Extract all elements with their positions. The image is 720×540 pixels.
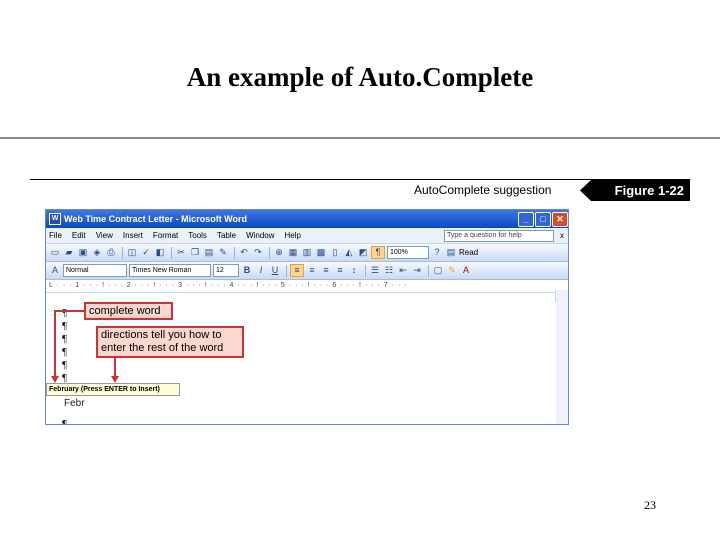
document-close-button[interactable]: x (560, 231, 564, 240)
menu-insert[interactable]: Insert (123, 231, 143, 240)
vertical-scrollbar[interactable] (555, 290, 568, 424)
read-button[interactable]: Read (459, 248, 478, 257)
research-icon[interactable]: ◧ (154, 247, 166, 258)
style-select[interactable]: Normal (63, 264, 127, 277)
format-painter-icon[interactable]: ✎ (217, 247, 229, 258)
tables-borders-icon[interactable]: ▦ (287, 247, 299, 258)
minimize-button[interactable]: _ (518, 211, 534, 227)
toolbar-separator (234, 246, 235, 259)
autocomplete-tooltip[interactable]: February (Press ENTER to Insert) (46, 383, 180, 396)
styles-icon[interactable]: A (49, 265, 61, 276)
menu-window[interactable]: Window (246, 231, 274, 240)
columns-icon[interactable]: ▯ (329, 247, 341, 258)
bold-button[interactable]: B (241, 265, 253, 276)
open-folder-icon[interactable]: ▰ (63, 247, 75, 258)
justify-icon[interactable]: ≡ (334, 265, 346, 276)
menu-view[interactable]: View (96, 231, 113, 240)
paragraph-mark: ¶ (62, 307, 67, 319)
numbering-icon[interactable]: ☰ (369, 265, 381, 276)
insert-excel-icon[interactable]: ▩ (315, 247, 327, 258)
toolbar-separator (122, 246, 123, 259)
increase-indent-icon[interactable]: ⇥ (411, 265, 423, 276)
menu-bar: File Edit View Insert Format Tools Table… (46, 228, 568, 244)
word-app-icon: W (49, 213, 61, 225)
paragraph-mark: ¶ (62, 418, 67, 425)
menu-tools[interactable]: Tools (188, 231, 207, 240)
horizontal-ruler[interactable]: L · · · 1 · · · ! · · · 2 · · · ! · · · … (46, 280, 568, 293)
window-titlebar[interactable]: W Web Time Contract Letter - Microsoft W… (46, 210, 568, 228)
arrowhead-icon (51, 376, 59, 383)
decrease-indent-icon[interactable]: ⇤ (397, 265, 409, 276)
page-number: 23 (644, 498, 656, 512)
menu-format[interactable]: Format (153, 231, 178, 240)
formatting-toolbar: A Normal Times New Roman 12 B I U ≡ ≡ ≡ … (46, 262, 568, 280)
outside-border-icon[interactable]: ▢ (432, 265, 444, 276)
callout-connector (114, 358, 116, 376)
document-map-icon[interactable]: ◩ (357, 247, 369, 258)
paste-icon[interactable]: ▤ (203, 247, 215, 258)
align-right-icon[interactable]: ≡ (320, 265, 332, 276)
window-controls: _ □ ✕ (517, 211, 568, 227)
menu-help[interactable]: Help (285, 231, 301, 240)
help-question-input[interactable]: Type a question for help (444, 229, 554, 242)
copy-icon[interactable]: ❐ (189, 247, 201, 258)
figure-label: Figure 1-22 (580, 180, 690, 201)
print-icon[interactable]: ⎙ (105, 247, 117, 258)
bullets-icon[interactable]: ☷ (383, 265, 395, 276)
toolbar-separator (365, 264, 366, 277)
document-area[interactable]: ¶ ¶ ¶ ¶ ¶ ¶ ¶ (46, 302, 556, 425)
typed-text: Febr (64, 398, 85, 409)
toolbar-separator (428, 264, 429, 277)
align-left-icon[interactable]: ≡ (290, 264, 304, 277)
cut-icon[interactable]: ✂ (175, 247, 187, 258)
window-title: Web Time Contract Letter - Microsoft Wor… (64, 214, 248, 224)
menu-table[interactable]: Table (217, 231, 236, 240)
figure-rule (30, 179, 690, 180)
font-color-icon[interactable]: A (460, 265, 472, 276)
permission-icon[interactable]: ◈ (91, 247, 103, 258)
zoom-select[interactable]: 100% (387, 246, 429, 259)
toolbar-separator (286, 264, 287, 277)
show-hide-icon[interactable]: ¶ (371, 246, 385, 259)
menu-file[interactable]: File (49, 231, 62, 240)
help-icon[interactable]: ? (431, 247, 443, 258)
paragraph-mark: ¶ (62, 333, 67, 345)
hyperlink-icon[interactable]: ⊕ (273, 247, 285, 258)
arrowhead-icon (111, 376, 119, 383)
new-document-icon[interactable]: ▭ (49, 247, 61, 258)
maximize-button[interactable]: □ (535, 211, 551, 227)
highlight-icon[interactable]: ✎ (446, 265, 458, 276)
align-center-icon[interactable]: ≡ (306, 265, 318, 276)
print-preview-icon[interactable]: ◫ (126, 247, 138, 258)
callout-complete-word: complete word (84, 302, 173, 320)
underline-button[interactable]: U (269, 265, 281, 276)
italic-button[interactable]: I (255, 265, 267, 276)
paragraph-mark: ¶ (62, 359, 67, 371)
font-select[interactable]: Times New Roman (129, 264, 211, 277)
callout-connector (54, 310, 56, 376)
toolbar-separator (171, 246, 172, 259)
standard-toolbar: ▭ ▰ ▣ ◈ ⎙ ◫ ✓ ◧ ✂ ❐ ▤ ✎ ↶ ↷ ⊕ ▦ ▥ ▩ ▯ ◭ … (46, 244, 568, 262)
undo-icon[interactable]: ↶ (238, 247, 250, 258)
font-size-select[interactable]: 12 (213, 264, 239, 277)
redo-icon[interactable]: ↷ (252, 247, 264, 258)
drawing-icon[interactable]: ◭ (343, 247, 355, 258)
paragraph-mark: ¶ (62, 320, 67, 332)
callout-directions: directions tell you how to enter the res… (96, 326, 244, 358)
slide-title: An example of Auto.Complete (186, 62, 534, 92)
save-icon[interactable]: ▣ (77, 247, 89, 258)
title-divider (0, 137, 720, 139)
menu-edit[interactable]: Edit (72, 231, 86, 240)
callout-connector (54, 310, 84, 312)
figure-caption: AutoComplete suggestion (414, 183, 552, 197)
line-spacing-icon[interactable]: ↕ (348, 265, 360, 276)
toolbar-separator (269, 246, 270, 259)
close-button[interactable]: ✕ (552, 211, 568, 227)
paragraph-mark: ¶ (62, 346, 67, 358)
spelling-icon[interactable]: ✓ (140, 247, 152, 258)
read-icon[interactable]: ▤ (445, 247, 457, 258)
insert-table-icon[interactable]: ▥ (301, 247, 313, 258)
